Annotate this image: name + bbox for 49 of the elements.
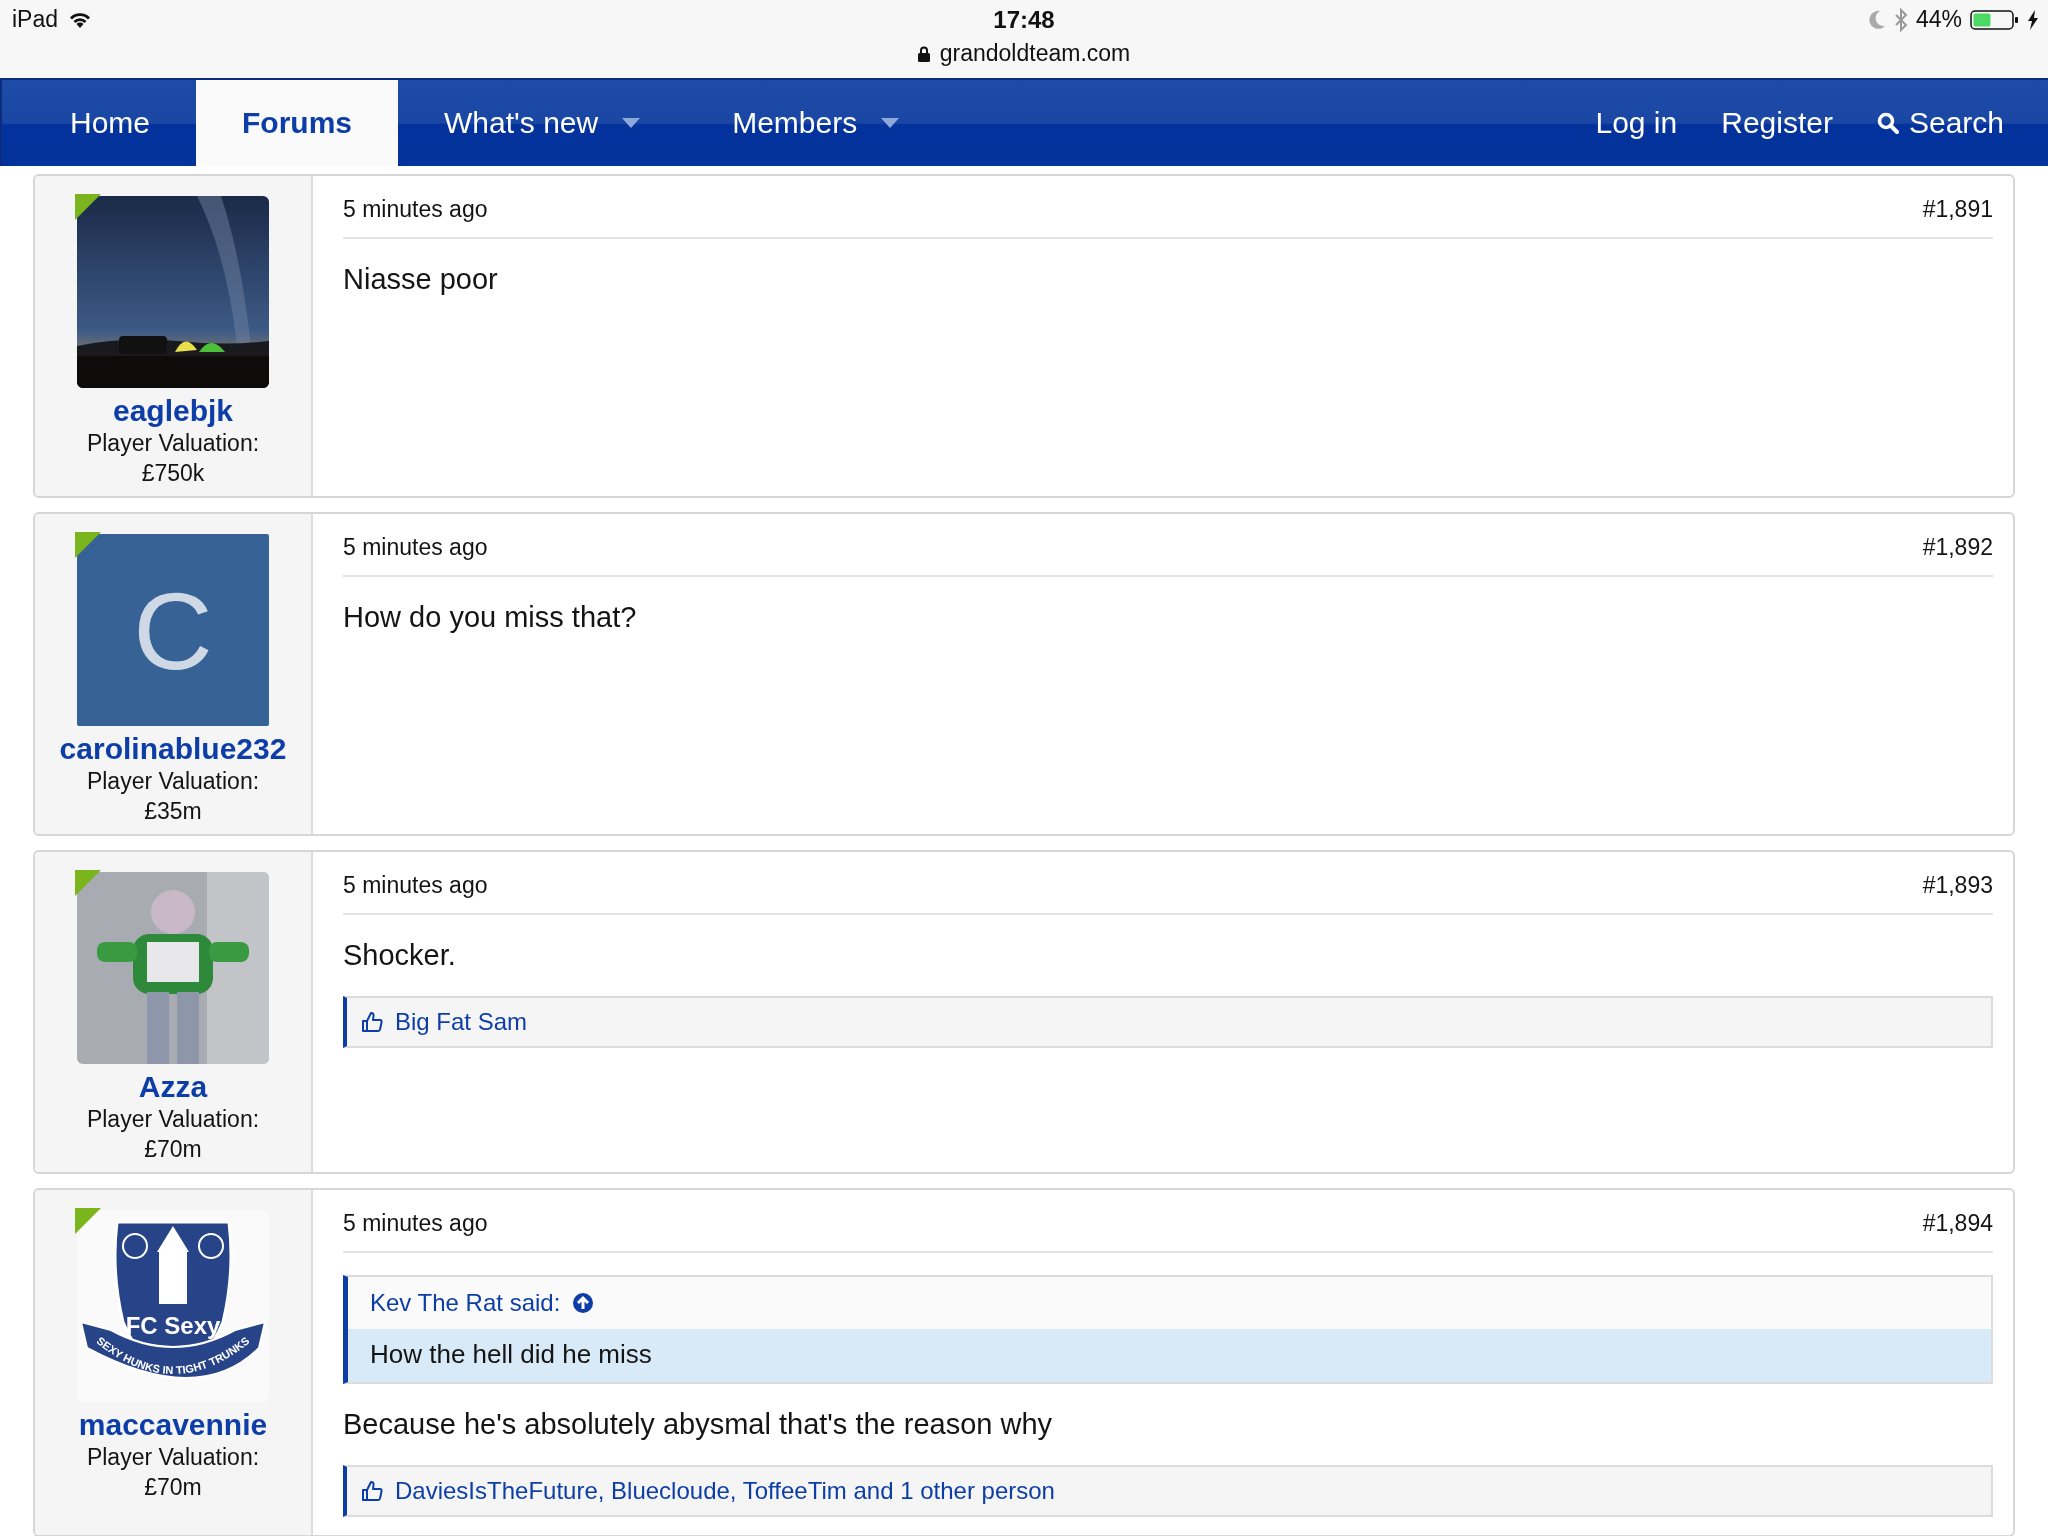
valuation-label: Player Valuation: xyxy=(86,767,260,796)
nav-tab[interactable]: What's new xyxy=(398,80,687,166)
valuation-amount: £750k xyxy=(141,459,205,488)
nav-tab[interactable]: Members xyxy=(686,80,946,166)
post-number[interactable]: #1,892 xyxy=(1922,534,1993,561)
quote-text: How the hell did he miss xyxy=(348,1329,1991,1382)
post-message: How do you miss that? xyxy=(343,601,638,634)
wifi-icon xyxy=(68,10,93,29)
letter-avatar[interactable]: C xyxy=(77,534,269,726)
post-time[interactable]: 5 minutes ago xyxy=(343,534,488,561)
moon-icon xyxy=(1867,9,1886,30)
quote-author[interactable]: Kev The Rat said: xyxy=(370,1289,561,1317)
post-time[interactable]: 5 minutes ago xyxy=(343,196,488,223)
nav-tab[interactable]: Forums xyxy=(196,80,399,166)
charging-icon xyxy=(2028,9,2038,30)
valuation-label: Player Valuation: xyxy=(86,1443,260,1472)
post-number[interactable]: #1,891 xyxy=(1922,196,1993,223)
page-url[interactable]: grandoldteam.com xyxy=(939,40,1131,67)
valuation-amount: £35m xyxy=(144,797,202,826)
arrow-up-circle-icon[interactable] xyxy=(572,1292,595,1314)
valuation-amount: £70m xyxy=(144,1473,202,1502)
likes-names[interactable]: DaviesIsTheFuture, Bluecloude, ToffeeTim and 1 other person xyxy=(395,1477,1055,1505)
nav-link[interactable]: Register xyxy=(1699,80,1855,166)
search-button[interactable]: Search xyxy=(1854,80,2048,166)
likes-names[interactable]: Big Fat Sam xyxy=(395,1008,528,1036)
valuation-amount: £70m xyxy=(144,1135,202,1164)
nav-tab[interactable]: Home xyxy=(24,80,197,166)
post-number[interactable]: #1,893 xyxy=(1922,872,1993,899)
username[interactable]: carolinablue232 xyxy=(59,732,287,766)
post-message: Because he's absolutely abysmal that's the reason why xyxy=(343,1408,1054,1441)
username[interactable]: maccavennie xyxy=(78,1408,268,1442)
username[interactable]: Azza xyxy=(138,1070,208,1104)
clock-time: 17:48 xyxy=(993,6,1055,33)
device-name: iPad xyxy=(12,6,59,33)
lock-icon xyxy=(917,45,930,62)
post-number[interactable]: #1,894 xyxy=(1922,1210,1993,1237)
post-message: Niasse poor xyxy=(343,263,499,296)
valuation-label: Player Valuation: xyxy=(86,429,260,458)
nav-link[interactable]: Log in xyxy=(1573,80,1700,166)
bluetooth-icon xyxy=(1893,7,1908,32)
thumbs-up-icon xyxy=(361,1480,383,1502)
post-time[interactable]: 5 minutes ago xyxy=(343,1210,488,1237)
valuation-label: Player Valuation: xyxy=(86,1105,260,1134)
post-message: Shocker. xyxy=(343,939,457,972)
battery-icon xyxy=(1970,9,2020,30)
post-time[interactable]: 5 minutes ago xyxy=(343,872,488,899)
thumbs-up-icon xyxy=(361,1011,383,1033)
battery-percent: 44% xyxy=(1915,6,1962,33)
username[interactable]: eaglebjk xyxy=(112,394,234,428)
